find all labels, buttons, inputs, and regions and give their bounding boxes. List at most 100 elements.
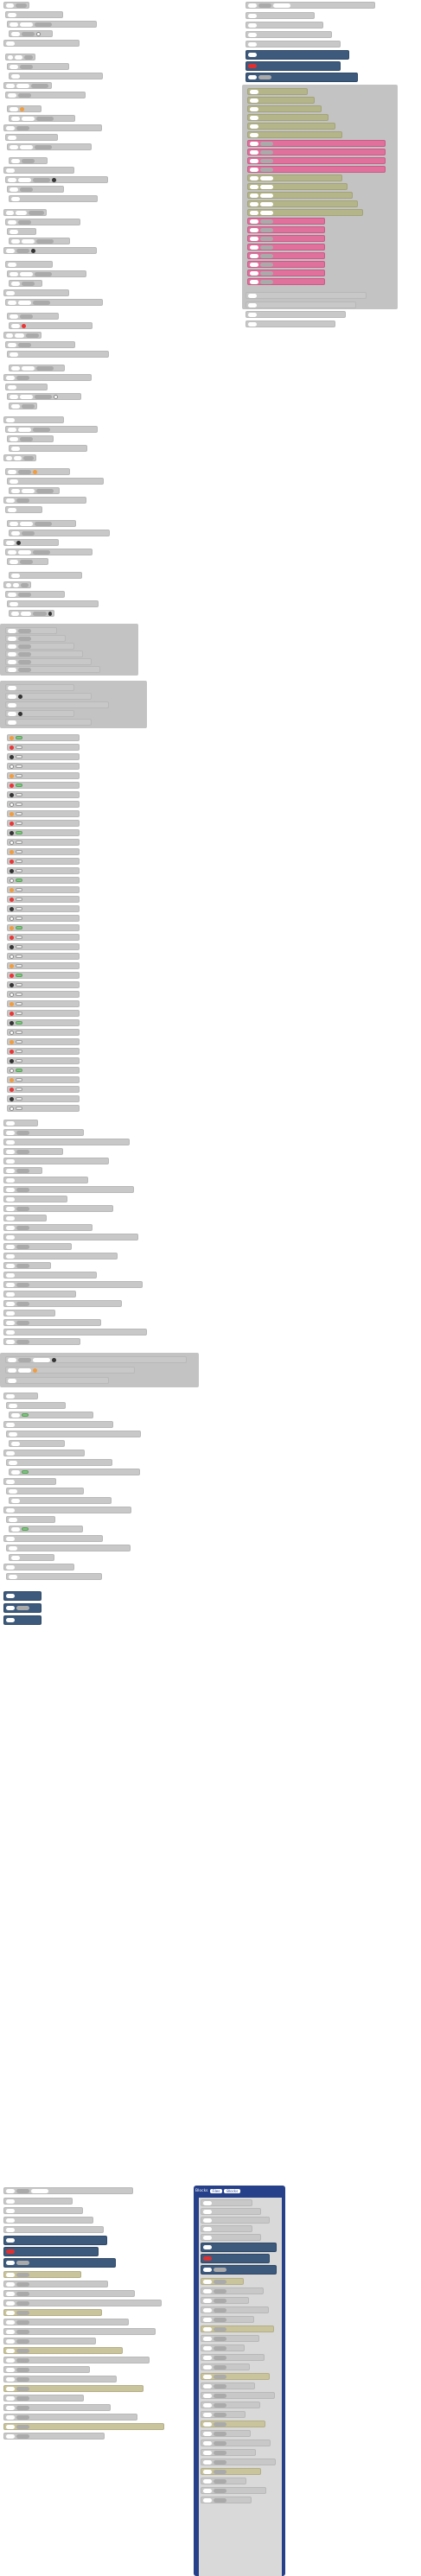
block-input[interactable]	[18, 667, 31, 672]
block-input[interactable]	[20, 436, 33, 441]
block-input[interactable]	[6, 125, 15, 130]
block-input[interactable]	[20, 144, 33, 149]
block-input[interactable]	[260, 158, 273, 163]
block-input[interactable]	[260, 184, 273, 189]
script-block-b-9[interactable]	[3, 1205, 113, 1212]
block-input[interactable]	[13, 455, 22, 460]
block-input[interactable]	[11, 403, 20, 409]
block-input[interactable]	[214, 2450, 226, 2455]
sprite-row-32[interactable]	[7, 1038, 80, 1045]
script-block-10[interactable]	[7, 105, 41, 112]
script-block-16[interactable]	[3, 167, 74, 174]
block-input[interactable]	[16, 2329, 29, 2334]
right-dark-3[interactable]	[246, 73, 358, 82]
script-block-45[interactable]	[5, 468, 70, 475]
block-input[interactable]	[11, 1555, 20, 1560]
block-input[interactable]	[250, 262, 258, 267]
block-input[interactable]	[23, 54, 33, 60]
sprite-row-14[interactable]	[7, 867, 80, 874]
panel-script-1[interactable]	[201, 2287, 264, 2294]
block-input[interactable]	[214, 2459, 226, 2465]
block-input[interactable]	[260, 244, 273, 250]
block-input[interactable]	[203, 2235, 212, 2240]
olive-cond-1[interactable]	[247, 183, 348, 190]
block-input[interactable]	[22, 31, 35, 36]
script-block-b-0[interactable]	[3, 1120, 38, 1126]
block-input[interactable]	[16, 1187, 29, 1192]
olive-cond-2[interactable]	[247, 192, 353, 199]
block-input[interactable]	[6, 1139, 15, 1145]
toggle-switch[interactable]	[16, 955, 22, 958]
block-input[interactable]	[33, 177, 50, 182]
block-input[interactable]	[214, 2478, 226, 2484]
script-block-48[interactable]	[3, 497, 86, 504]
sprite-row-29[interactable]	[7, 1010, 80, 1017]
bottom-script-3[interactable]	[3, 2300, 162, 2306]
block-input[interactable]	[203, 2497, 212, 2503]
block-input[interactable]	[31, 2188, 48, 2193]
block-input[interactable]	[248, 75, 257, 79]
script-block-25[interactable]	[5, 261, 53, 268]
panel-script-4[interactable]	[201, 2316, 254, 2323]
block-input[interactable]	[260, 167, 273, 172]
block-input[interactable]	[16, 1606, 29, 1610]
script-block-52[interactable]	[3, 539, 59, 546]
script-block-49[interactable]	[5, 506, 42, 513]
block-input[interactable]	[203, 2317, 212, 2322]
toggle-switch[interactable]	[16, 1002, 22, 1006]
toggle-switch[interactable]	[16, 974, 22, 977]
block-input[interactable]	[250, 89, 258, 94]
toggle-switch[interactable]	[16, 784, 22, 787]
block-input[interactable]	[11, 323, 20, 328]
sprite-row-8[interactable]	[7, 810, 80, 817]
block-input[interactable]	[203, 2421, 212, 2427]
dark-block-1[interactable]	[3, 1591, 41, 1601]
block-input[interactable]	[22, 530, 35, 536]
block-input[interactable]	[9, 1574, 17, 1579]
script-block-58[interactable]	[7, 600, 99, 607]
block-input[interactable]	[16, 2424, 29, 2429]
block-input[interactable]	[8, 300, 16, 305]
block-input[interactable]	[6, 1225, 15, 1230]
block-input[interactable]	[6, 1329, 15, 1335]
pink-block-0[interactable]	[247, 140, 386, 147]
block-input[interactable]	[6, 1320, 15, 1325]
script-block-b-17[interactable]	[3, 1281, 143, 1288]
script-block-b-5[interactable]	[3, 1167, 42, 1174]
block-input[interactable]	[260, 141, 273, 146]
block-input[interactable]	[6, 1507, 15, 1513]
block-input[interactable]	[250, 167, 258, 172]
block-input[interactable]	[6, 2348, 15, 2353]
group-b-block-1[interactable]	[5, 693, 92, 700]
block-input[interactable]	[214, 2421, 226, 2427]
panel-script-6[interactable]	[201, 2335, 259, 2342]
panel-script-20[interactable]	[201, 2468, 261, 2475]
script-block-c-19[interactable]	[6, 1573, 102, 1580]
script-block-b-12[interactable]	[3, 1234, 138, 1240]
script-block-c-17[interactable]	[9, 1554, 54, 1561]
block-input[interactable]	[203, 2469, 212, 2474]
block-input[interactable]	[203, 2218, 212, 2223]
bottom-script-7[interactable]	[3, 2338, 96, 2344]
block-input[interactable]	[10, 394, 18, 399]
script-block-23[interactable]	[9, 238, 70, 244]
toggle-switch[interactable]	[16, 1078, 22, 1082]
block-input[interactable]	[36, 116, 54, 121]
block-input[interactable]	[258, 3, 271, 8]
sprite-row-5[interactable]	[7, 782, 80, 789]
bottom-script-9[interactable]	[3, 2357, 150, 2363]
toggle-switch[interactable]	[16, 879, 22, 882]
sprite-row-10[interactable]	[7, 829, 80, 836]
script-block-c-13[interactable]	[6, 1516, 55, 1523]
panel-script-14[interactable]	[201, 2411, 246, 2418]
block-input[interactable]	[214, 2393, 226, 2398]
block-input[interactable]	[11, 1469, 20, 1475]
script-block-57[interactable]	[5, 591, 65, 598]
block-input[interactable]	[6, 1244, 15, 1249]
block-input[interactable]	[248, 13, 257, 18]
block-input[interactable]	[20, 22, 33, 27]
block-input[interactable]	[6, 2414, 15, 2420]
toggle-switch[interactable]	[16, 812, 22, 815]
block-input[interactable]	[18, 427, 31, 432]
block-input[interactable]	[18, 628, 31, 633]
